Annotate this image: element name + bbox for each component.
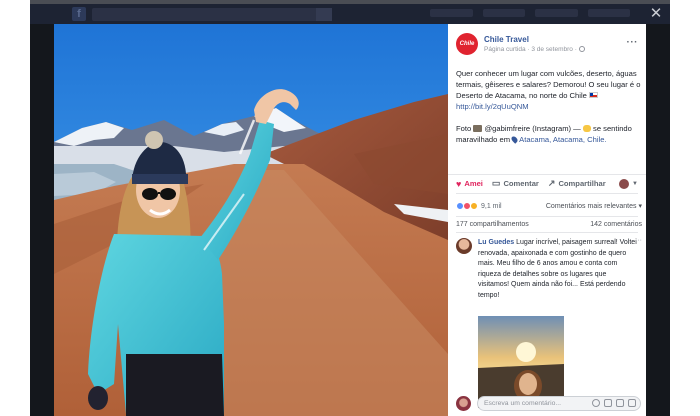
nav-item[interactable] [430, 9, 473, 17]
more-options-icon[interactable]: ··· [627, 37, 639, 48]
nav-item[interactable] [587, 9, 630, 17]
post-text-body: Quer conhecer um lugar com vulcões, dese… [456, 69, 641, 100]
feeling-emoji-icon [582, 125, 591, 132]
love-button[interactable]: ♥ Amei [456, 179, 483, 189]
sticker-icon[interactable] [628, 399, 636, 407]
share-button[interactable]: ↗ Compartilhar [548, 178, 606, 189]
gif-icon[interactable] [616, 399, 624, 407]
shares-count[interactable]: 177 compartilhamentos [456, 221, 529, 231]
search-input[interactable] [92, 8, 332, 21]
divider [456, 193, 638, 194]
photo-credit-handle: @gabimfreire (Instagram) — [484, 124, 581, 133]
comment-text: Lugar incrível, paisagem surreal! Voltei… [478, 239, 637, 299]
love-label: Amei [464, 179, 483, 188]
comments-count[interactable]: 142 comentários [590, 221, 642, 231]
comment-sort-label: Comentários mais relevantes [545, 203, 637, 210]
divider [456, 216, 638, 217]
reactions-row: 9,1 mil Comentários mais relevantes ▾ [456, 200, 642, 212]
comment-label: Comentar [503, 179, 539, 188]
avatar [619, 178, 630, 189]
comment-options-icon[interactable]: ··· [635, 237, 642, 244]
close-icon[interactable]: ✕ [648, 6, 664, 22]
comment-input[interactable]: Escreva um comentário... [477, 396, 641, 411]
post-meta-text[interactable]: Página curtida · 3 de setembro · [484, 46, 577, 53]
nav-item[interactable] [535, 9, 578, 17]
location-link[interactable]: Atacama, Atacama, Chile. [519, 135, 606, 144]
post-header: Chile Chile Travel Página curtida · 3 de… [456, 33, 642, 59]
camera-icon [473, 125, 483, 132]
topbar-nav [430, 8, 630, 18]
photo-credit-prefix: Foto [456, 124, 472, 133]
comment-placeholder: Escreva um comentário... [484, 400, 562, 407]
commenter-name[interactable]: Lu Guedes [478, 239, 514, 246]
reaction-count[interactable]: 9,1 mil [481, 203, 502, 210]
browser-strip [30, 0, 670, 4]
chevron-down-icon: ▼ [632, 180, 638, 187]
post-photo[interactable] [54, 24, 448, 416]
post-actions: ♥ Amei ▭ Comentar ↗ Compartilhar ▼ [448, 174, 646, 192]
nav-item[interactable] [482, 9, 525, 17]
chile-flag-icon [588, 92, 598, 98]
avatar[interactable] [456, 396, 471, 411]
post-stats: 177 compartilhamentos 142 comentários [456, 221, 642, 231]
share-label: Compartilhar [558, 179, 606, 188]
post-as-selector[interactable]: ▼ [619, 178, 638, 189]
facebook-logo-icon[interactable]: f [72, 7, 86, 21]
comment-icon: ▭ [491, 178, 501, 188]
search-icon[interactable] [316, 8, 332, 21]
divider [456, 232, 638, 233]
post-link[interactable]: http://bit.ly/2qUuQNM [456, 102, 529, 111]
comment-button[interactable]: ▭ Comentar [492, 178, 539, 189]
commenter-avatar[interactable] [456, 238, 472, 254]
comment-sort-dropdown[interactable]: Comentários mais relevantes ▾ [546, 202, 642, 210]
page-avatar[interactable]: Chile [456, 33, 478, 55]
camera-icon[interactable] [604, 399, 612, 407]
heart-icon: ♥ [456, 178, 462, 189]
page-name-link[interactable]: Chile Travel [484, 35, 529, 44]
comment-composer: Escreva um comentário... [456, 394, 644, 412]
post-text: Quer conhecer um lugar com vulcões, dese… [456, 68, 642, 145]
post-meta: Página curtida · 3 de setembro · [484, 46, 585, 53]
wow-reaction-icon[interactable] [470, 202, 478, 210]
share-icon: ↗ [547, 178, 556, 188]
composer-icons [592, 399, 636, 407]
post-side-panel: Chile Chile Travel Página curtida · 3 de… [448, 24, 646, 416]
emoji-icon[interactable] [592, 399, 600, 407]
comment-body: Lu Guedes Lugar incrível, paisagem surre… [478, 238, 638, 302]
globe-icon [578, 46, 585, 52]
location-pin-icon [510, 135, 519, 144]
